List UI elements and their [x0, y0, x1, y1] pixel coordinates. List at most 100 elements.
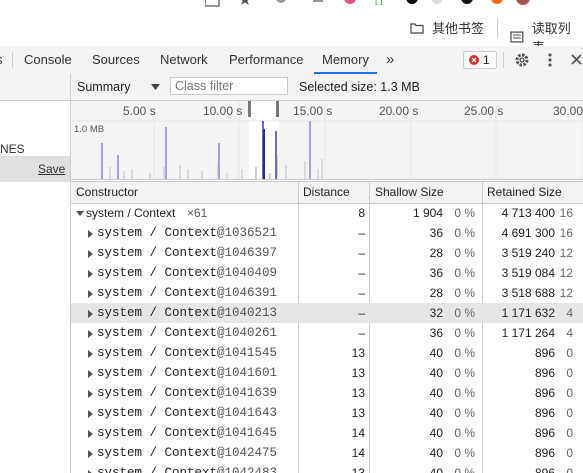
tick-label: 30.00: [553, 104, 583, 118]
instance-count: ×61: [187, 206, 208, 220]
divider: [503, 52, 504, 68]
close-icon[interactable]: [570, 53, 583, 66]
retained-size-percent: 0: [566, 426, 573, 440]
retained-size-value: 4 691 300: [501, 226, 555, 240]
column-constructor[interactable]: Constructor: [76, 182, 138, 203]
expand-toggle[interactable]: [88, 363, 97, 383]
expand-toggle[interactable]: [88, 343, 97, 363]
table-row[interactable]: system / Context @1042475 14 40 0 % 896 0: [71, 443, 583, 463]
constructor-name: system / Context: [97, 346, 218, 360]
bookmarks-bar: 其他书签 读取列表: [0, 10, 583, 55]
table-row[interactable]: system / Context @1036521 – 36 0 % 4 691 300 1…: [71, 223, 583, 243]
distance-value: 14: [351, 446, 365, 460]
bookmark-other[interactable]: 其他书签: [410, 18, 484, 37]
distance-value: –: [358, 326, 365, 340]
expand-toggle[interactable]: [88, 283, 97, 303]
triangle-right-icon: [88, 409, 93, 418]
constructor-name: system / Context: [97, 326, 218, 340]
expand-toggle[interactable]: [88, 443, 97, 463]
object-id: @1041545: [217, 346, 278, 360]
object-id: @1040409: [217, 266, 278, 280]
retained-size-percent: 0: [566, 346, 573, 360]
triangle-right-icon: [88, 389, 93, 398]
more-tabs-icon[interactable]: »: [386, 46, 394, 74]
table-row[interactable]: system / Context @1040409 – 36 0 % 3 519 084 1…: [71, 263, 583, 283]
table-row-group[interactable]: system / Context ×61 8 1 904 0 % 4 713 4…: [71, 203, 583, 223]
expand-toggle[interactable]: [88, 383, 97, 403]
tab-memory[interactable]: Memory: [314, 46, 377, 74]
tick-label: 10.00 s: [203, 104, 243, 118]
table-row[interactable]: system / Context @1046397 – 28 0 % 3 519 240 1…: [71, 243, 583, 263]
triangle-right-icon: [88, 269, 93, 278]
table-row[interactable]: system / Context @1041545 13 40 0 % 896 0: [71, 343, 583, 363]
expand-toggle[interactable]: [88, 423, 97, 443]
expand-toggle[interactable]: [88, 263, 97, 283]
tab-console[interactable]: Console: [24, 46, 72, 74]
class-filter-input[interactable]: [170, 77, 288, 95]
retained-size-value: 896: [534, 466, 555, 473]
selected-allocation-bar: [263, 129, 265, 179]
folder-icon: [410, 22, 424, 34]
column-distance[interactable]: Distance: [303, 182, 350, 203]
object-id: @1042475: [217, 446, 278, 460]
mb-label: 1.0 MB: [74, 124, 105, 135]
retained-size-percent: 0: [566, 466, 573, 473]
gear-icon[interactable]: [514, 52, 530, 68]
retained-size-value: 896: [534, 406, 555, 420]
constructor-name: system / Context: [97, 286, 218, 300]
triangle-right-icon: [88, 249, 93, 258]
retained-size-value: 896: [534, 446, 555, 460]
constructor-name: system / Context: [86, 206, 176, 220]
shallow-size-value: 28: [429, 246, 443, 260]
object-id: @1041601: [217, 366, 278, 380]
tick-label: 25.00 s: [464, 104, 504, 118]
table-row[interactable]: system / Context @1040261 – 36 0 % 1 171 264 4: [71, 323, 583, 343]
tab-partial[interactable]: s: [0, 46, 3, 74]
expand-toggle[interactable]: [88, 303, 97, 323]
divider: [369, 182, 370, 203]
tab-network[interactable]: Network: [160, 46, 208, 74]
memory-toolbar: Summary Selected size: 1.3 MB: [71, 74, 583, 101]
retained-size-percent: 4: [566, 326, 573, 340]
tab-performance[interactable]: Performance: [229, 46, 303, 74]
table-row[interactable]: system / Context @1042483 13 40 0 % 896 0: [71, 463, 583, 473]
shallow-size-percent: 0 %: [454, 286, 475, 300]
tab-sources[interactable]: Sources: [92, 46, 140, 74]
allocation-bar-live: [275, 131, 277, 179]
retained-size-percent: 16: [559, 206, 573, 220]
expand-toggle[interactable]: [88, 243, 97, 263]
distance-value: –: [358, 266, 365, 280]
table-row[interactable]: system / Context @1046391 – 28 0 % 3 518 688 1…: [71, 283, 583, 303]
table-row[interactable]: system / Context @1041645 14 40 0 % 896 0: [71, 423, 583, 443]
table-row[interactable]: system / Context @1041601 13 40 0 % 896 0: [71, 363, 583, 383]
expand-toggle[interactable]: [88, 223, 97, 243]
table-row[interactable]: system / Context @1040213 – 32 0 % 1 171 632 4: [71, 303, 583, 323]
constructor-name: system / Context: [97, 466, 218, 473]
allocation-bar-freed: [269, 173, 271, 179]
triangle-right-icon: [88, 449, 93, 458]
column-shallow-size[interactable]: Shallow Size: [375, 182, 444, 203]
shallow-size-percent: 0 %: [454, 446, 475, 460]
expand-toggle[interactable]: [88, 463, 97, 473]
expand-toggle[interactable]: [88, 403, 97, 423]
table-row[interactable]: system / Context @1041639 13 40 0 % 896 0: [71, 383, 583, 403]
shallow-size-value: 36: [429, 266, 443, 280]
constructor-name: system / Context: [97, 366, 218, 380]
svg-text:[ ]: [ ]: [375, 0, 383, 5]
error-badge[interactable]: 1: [463, 51, 497, 69]
kebab-menu-icon[interactable]: [547, 52, 553, 68]
retained-size-percent: 0: [566, 366, 573, 380]
view-select[interactable]: Summary: [77, 74, 130, 100]
object-id: @1041643: [217, 406, 278, 420]
divider: [298, 182, 299, 203]
column-retained-size[interactable]: Retained Size: [487, 182, 562, 203]
table-row[interactable]: system / Context @1041643 13 40 0 % 896 0: [71, 403, 583, 423]
shallow-size-value: 36: [429, 326, 443, 340]
expand-toggle[interactable]: [88, 323, 97, 343]
retained-size-value: 3 519 240: [501, 246, 555, 260]
devtools-tab-bar: s Console Sources Network Performance Me…: [0, 46, 583, 75]
object-id: @1040261: [217, 326, 278, 340]
distance-value: 13: [351, 406, 365, 420]
save-link[interactable]: Save: [38, 162, 65, 176]
retained-size-percent: 0: [566, 406, 573, 420]
